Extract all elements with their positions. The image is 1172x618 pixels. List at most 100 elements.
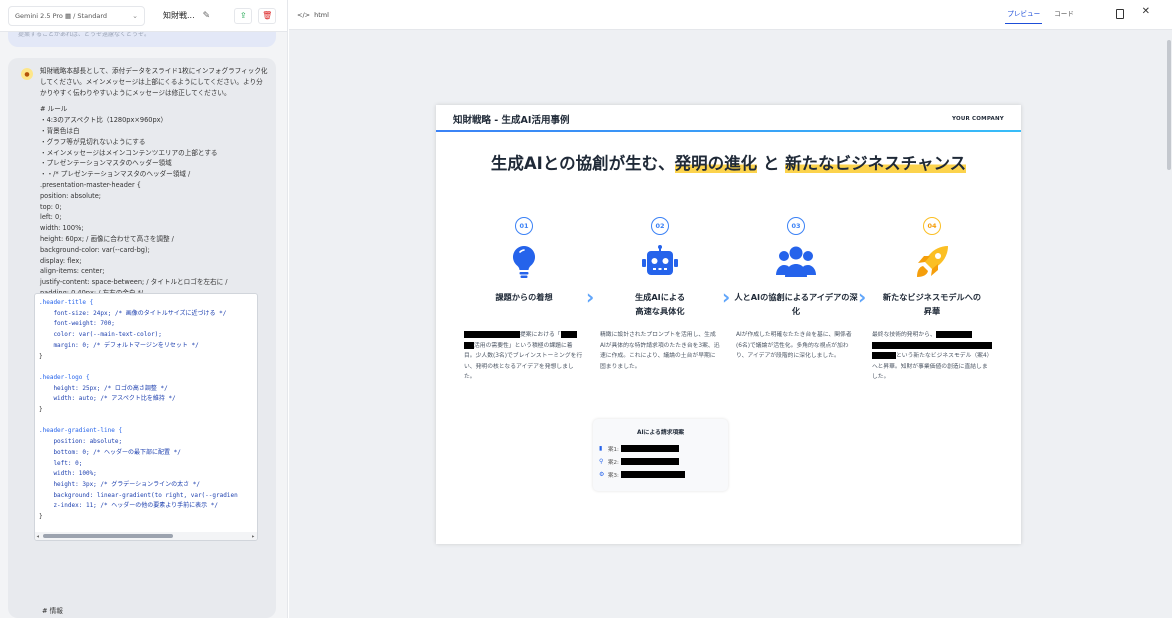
step-2: 02 生成AIによる 高速な具体化 精緻に設計されたプロンプトを活用し、生成AI… bbox=[596, 217, 724, 372]
code-line: .header-logo { bbox=[39, 373, 90, 381]
share-icon: ⇪ bbox=[239, 11, 247, 20]
step-description: 提案における「活用の需要性」という積極の課題に着目。少人数(3名)でブレインスト… bbox=[464, 331, 583, 381]
chat-pane: Gemini 2.5 Pro ▦ / Standard ⌄ 知財戦... ✎ ⇪… bbox=[0, 0, 288, 618]
step-number: 03 bbox=[787, 217, 805, 235]
step-description: AIが作成した明確なたたき台を基に、関係者(6名)で議論が活性化。多角的な視点が… bbox=[736, 332, 852, 360]
rule-line: left: 0; bbox=[40, 213, 62, 222]
app-window: Gemini 2.5 Pro ▦ / Standard ⌄ 知財戦... ✎ ⇪… bbox=[0, 0, 1172, 618]
edit-icon[interactable]: ✎ bbox=[203, 11, 211, 21]
lightbulb-icon bbox=[460, 240, 588, 284]
step-title: 生成AIによる 高速な具体化 bbox=[634, 292, 686, 316]
rule-line: ・メインメッセージはメインコンテンツエリアの上部とする bbox=[40, 148, 218, 157]
tab-preview[interactable]: プレビュー bbox=[1005, 6, 1043, 24]
step-4: 04 新たなビジネスモデルへの 昇華 最終な技術的発明から、という新たなビジネス… bbox=[868, 217, 996, 383]
code-line: margin: 0; /* デフォルトマージンをリセット */ bbox=[39, 341, 199, 349]
chevron-right-icon: › bbox=[586, 285, 595, 309]
header-gradient-line bbox=[436, 130, 1021, 132]
robot-icon bbox=[596, 240, 724, 284]
users-icon bbox=[732, 240, 860, 284]
code-block[interactable]: .header-title { font-size: 24px; /* 画像のタ… bbox=[34, 293, 258, 541]
tab-code[interactable]: コード bbox=[1052, 6, 1076, 24]
chevron-right-icon: › bbox=[858, 285, 867, 309]
code-line: background: linear-gradient(to right, va… bbox=[39, 491, 238, 499]
step-description: 精緻に設計されたプロンプトを活用し、生成AIが具体的な特許請求項のたたき台を3案… bbox=[600, 332, 720, 370]
company-logo: YOUR COMPANY bbox=[951, 115, 1004, 122]
claim-row: ▮ 案1: bbox=[599, 442, 722, 455]
file-label: </> html bbox=[297, 10, 329, 19]
document-icon: ▮ bbox=[599, 445, 603, 452]
step-title: 新たなビジネスモデルへの 昇華 bbox=[882, 292, 982, 316]
step-number: 02 bbox=[651, 217, 669, 235]
copy-icon[interactable] bbox=[1116, 9, 1124, 19]
delete-button[interactable]: 🗑 bbox=[258, 7, 277, 24]
preview-tabs: プレビュー コード bbox=[1005, 6, 1076, 24]
main-message: 生成AIとの協創が生む、発明の進化 と 新たなビジネスチャンス bbox=[490, 154, 967, 173]
code-line: height: 3px; /* グラデーションラインの太さ */ bbox=[39, 480, 200, 488]
slide-title: 知財戦略 - 生成AI活用事例 bbox=[453, 114, 570, 126]
code-line: .header-gradient-line { bbox=[39, 427, 123, 435]
rule-line: .presentation-master-header { bbox=[40, 180, 141, 189]
ai-claims-card: AIによる請求項案 ▮ 案1: ⚲ 案2: ⚙ 案3: bbox=[593, 419, 728, 491]
code-line: } bbox=[39, 406, 43, 414]
rule-line: ・グラフ等が見切れないようにする bbox=[40, 137, 146, 146]
rule-line: display: flex; bbox=[40, 256, 82, 265]
claim-row: ⚙ 案3: bbox=[599, 468, 722, 481]
rule-line: ・プレゼンテーションマスタのヘッダー領域 bbox=[40, 159, 172, 168]
claim-row: ⚲ 案2: bbox=[599, 455, 722, 468]
code-line: z-index: 11; /* ヘッダーの他の要素より手前に表示 */ bbox=[39, 502, 218, 510]
code-line: left: 0; bbox=[39, 459, 83, 467]
rule-line: ・背景色は白 bbox=[40, 126, 80, 135]
slide: 知財戦略 - 生成AI活用事例 YOUR COMPANY 生成AIとの協創が生む… bbox=[436, 105, 1021, 544]
code-line: width: 100%; bbox=[39, 470, 97, 478]
step-title: 人とAIの協創によるアイデアの深化 bbox=[734, 292, 858, 316]
rule-line: background-color: var(--card-bg); bbox=[40, 245, 150, 254]
info-heading: # 情報 bbox=[42, 607, 63, 615]
step-number: 04 bbox=[923, 217, 941, 235]
code-line: color: var(--main-text-color); bbox=[39, 331, 162, 339]
message-intro: 知財戦略本部長として、添付データをスライド1枚にインフォグラフィック化してくださ… bbox=[40, 67, 268, 97]
chevron-right-icon: › bbox=[722, 285, 731, 309]
code-line: bottom: 0; /* ヘッダーの最下部に配置 */ bbox=[39, 448, 181, 456]
rule-line: justify-content: space-between; / タイトルとロ… bbox=[40, 278, 228, 287]
code-line: position: absolute; bbox=[39, 438, 123, 446]
gear-icon: ⚙ bbox=[599, 471, 605, 478]
model-label: Gemini 2.5 Pro ▦ / Standard bbox=[15, 11, 107, 20]
preview-scrollbar[interactable] bbox=[1166, 30, 1172, 618]
code-line: font-size: 24px; /* 画像のタイトルサイズに近づける */ bbox=[39, 309, 227, 317]
model-selector[interactable]: Gemini 2.5 Pro ▦ / Standard ⌄ bbox=[8, 5, 145, 26]
rule-line: top: 0; bbox=[40, 202, 62, 211]
rule-line: height: 60px; / 画像に合わせて高さを調整 / bbox=[40, 234, 174, 243]
scroll-left-icon[interactable]: ◂ bbox=[36, 532, 40, 540]
slide-header: 知財戦略 - 生成AI活用事例 YOUR COMPANY bbox=[436, 105, 1021, 132]
step-description: 最終な技術的発明から、という新たなビジネスモデル（案4）へと昇華。知財が事業価値… bbox=[868, 330, 996, 383]
code-line: } bbox=[39, 352, 43, 360]
step-3: 03 人とAIの協創によるアイデアの深化 AIが作成した明確なたたき台を基に、関… bbox=[732, 217, 860, 362]
close-icon[interactable]: ✕ bbox=[1142, 6, 1150, 17]
chat-title[interactable]: 知財戦... bbox=[163, 10, 195, 21]
rule-line: width: 100%; bbox=[40, 224, 84, 233]
code-line: height: 25px; /* ロゴの高さ調整 */ bbox=[39, 384, 168, 392]
code-line: font-weight: 700; bbox=[39, 320, 115, 328]
scroll-right-icon[interactable]: ▸ bbox=[251, 532, 255, 540]
search-icon: ⚲ bbox=[599, 458, 604, 465]
code-scrollbar[interactable]: ◂ ▸ bbox=[35, 532, 257, 540]
chat-topbar: Gemini 2.5 Pro ▦ / Standard ⌄ 知財戦... ✎ ⇪… bbox=[0, 0, 287, 32]
code-line: .header-title { bbox=[39, 299, 94, 306]
trash-icon: 🗑 bbox=[262, 11, 273, 20]
chevron-down-icon: ⌄ bbox=[132, 11, 138, 20]
code-icon: </> bbox=[297, 10, 311, 19]
preview-pane: </> html プレビュー コード ✕ 知財戦略 - 生成AI活用事例 YOU… bbox=[289, 0, 1172, 618]
rule-line: position: absolute; bbox=[40, 191, 102, 200]
share-button[interactable]: ⇪ bbox=[234, 7, 253, 24]
rule-line: ・4:3のアスペクト比（1280px×960px） bbox=[40, 116, 168, 125]
step-1: 01 課題からの着想 提案における「活用の需要性」という積極の課題に着目。少人数… bbox=[460, 217, 588, 383]
preview-scroll-thumb[interactable] bbox=[1167, 40, 1171, 170]
user-avatar: ● bbox=[21, 68, 33, 80]
scroll-thumb[interactable] bbox=[43, 534, 173, 538]
rule-line: align-items: center; bbox=[40, 267, 105, 276]
rocket-icon bbox=[868, 240, 996, 284]
step-number: 01 bbox=[515, 217, 533, 235]
step-title: 課題からの着想 bbox=[495, 292, 553, 302]
